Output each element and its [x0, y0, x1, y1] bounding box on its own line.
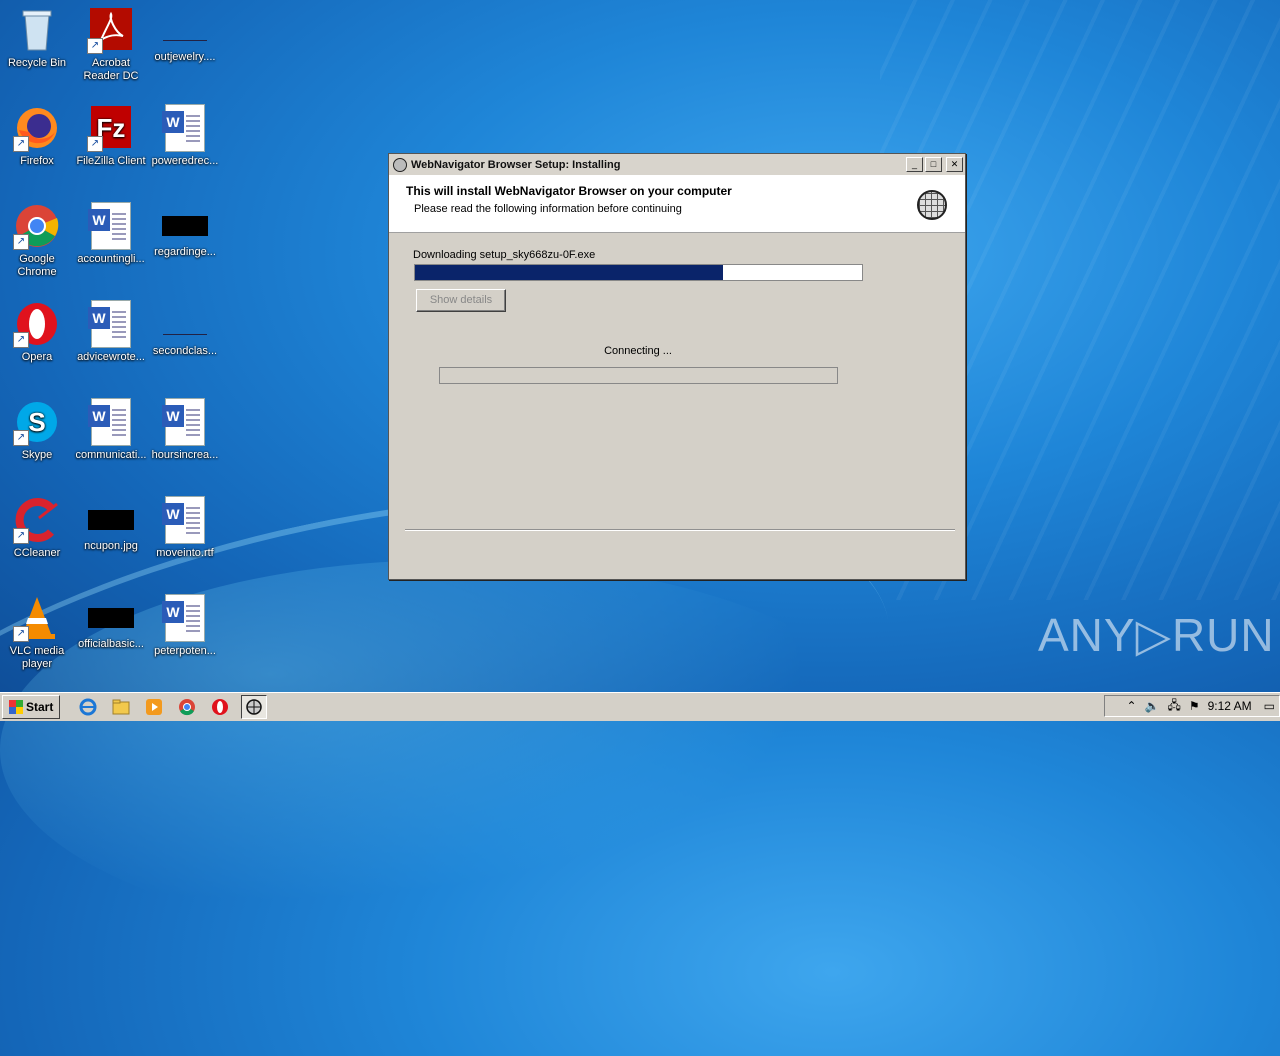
desktop-icon-outjewelry[interactable]: outjewelry....: [148, 6, 222, 64]
desktop-icon-opera[interactable]: ↗ Opera: [0, 300, 74, 364]
show-hidden-icons-icon[interactable]: ⌃: [1126, 699, 1136, 713]
file-icon: [163, 38, 207, 41]
status-text: Connecting ...: [604, 345, 672, 357]
media-player-icon[interactable]: [142, 696, 166, 718]
close-button[interactable]: ✕: [946, 157, 963, 172]
desktop-icon-ccleaner[interactable]: ↗ CCleaner: [0, 496, 74, 560]
desktop-icon-poweredrec[interactable]: W poweredrec...: [148, 104, 222, 168]
globe-icon: [917, 190, 947, 220]
vlc-cone-icon: ↗: [13, 594, 61, 642]
internet-explorer-icon[interactable]: [76, 696, 100, 718]
desktop-icon-acrobat[interactable]: ↗ Acrobat Reader DC: [74, 6, 148, 83]
app-globe-icon: [393, 157, 407, 172]
word-document-icon: W: [88, 202, 131, 250]
desktop-icon-recycle-bin[interactable]: Recycle Bin: [0, 6, 74, 70]
desktop-icon-regardinge[interactable]: regardinge...: [148, 202, 222, 259]
desktop-icon-filezilla[interactable]: Fz ↗ FileZilla Client: [74, 104, 148, 168]
acrobat-icon: ↗: [87, 6, 135, 54]
svg-text:S: S: [28, 407, 45, 437]
connection-progress-bar: [439, 367, 838, 384]
opera-icon: ↗: [13, 300, 61, 348]
shortcut-arrow-icon: ↗: [87, 38, 103, 54]
start-label: Start: [26, 700, 54, 714]
footer-divider: [405, 529, 955, 531]
start-button[interactable]: Start: [2, 695, 61, 719]
desktop-icon-secondclas[interactable]: secondclas...: [148, 300, 222, 358]
minimize-button[interactable]: _: [906, 157, 923, 172]
shortcut-arrow-icon: ↗: [13, 136, 29, 152]
desktop-icon-vlc[interactable]: ↗ VLC media player: [0, 594, 74, 671]
download-label: Downloading setup_sky668zu-0F.exe: [413, 249, 596, 261]
file-thumbnail-icon: [162, 216, 208, 236]
word-document-icon: W: [162, 398, 205, 446]
window-titlebar[interactable]: WebNavigator Browser Setup: Installing _…: [389, 154, 965, 176]
image-thumbnail-icon: [88, 510, 134, 530]
desktop-icon-firefox[interactable]: ↗ Firefox: [0, 104, 74, 168]
clock[interactable]: 9:12 AM: [1208, 699, 1252, 713]
desktop-icon-ncupon[interactable]: ncupon.jpg: [74, 496, 148, 553]
action-center-flag-icon[interactable]: ⚑: [1189, 699, 1200, 713]
shortcut-arrow-icon: ↗: [13, 332, 29, 348]
word-document-icon: W: [162, 104, 205, 152]
volume-icon[interactable]: 🔈: [1145, 699, 1160, 713]
show-details-button[interactable]: Show details: [416, 289, 506, 312]
download-progress-fill: [415, 265, 724, 280]
desktop-icon-advicewrote[interactable]: W advicewrote...: [74, 300, 148, 364]
desktop-icon-chrome[interactable]: ↗ Google Chrome: [0, 202, 74, 279]
network-icon[interactable]: 🖧: [1167, 696, 1180, 717]
maximize-button[interactable]: □: [925, 157, 942, 172]
header-title: This will install WebNavigator Browser o…: [406, 184, 732, 198]
desktop-icon-skype[interactable]: S ↗ Skype: [0, 398, 74, 462]
system-tray: ⌃ 🔈 🖧 ⚑ 9:12 AM ▭: [1104, 695, 1280, 717]
word-document-icon: W: [162, 496, 205, 544]
word-document-icon: W: [88, 300, 131, 348]
recycle-bin-icon: [13, 6, 61, 54]
shortcut-arrow-icon: ↗: [13, 528, 29, 544]
file-icon: [163, 332, 207, 335]
setup-taskbar-button[interactable]: [241, 695, 268, 719]
setup-window: WebNavigator Browser Setup: Installing _…: [388, 153, 966, 580]
taskbar: Start ⌃ 🔈 🖧 ⚑ 9:12 AM ▭: [0, 692, 1280, 721]
skype-icon: S ↗: [13, 398, 61, 446]
chrome-icon: ↗: [13, 202, 61, 250]
file-explorer-icon[interactable]: [109, 696, 133, 718]
desktop-icon-moveinto[interactable]: W moveinto.rtf: [148, 496, 222, 560]
shortcut-arrow-icon: ↗: [13, 430, 29, 446]
download-progress-bar: [414, 264, 863, 281]
filezilla-icon: Fz ↗: [87, 104, 135, 152]
desktop-icon-officialbasic[interactable]: officialbasic...: [74, 594, 148, 651]
show-desktop-icon[interactable]: ▭: [1264, 699, 1275, 713]
shortcut-arrow-icon: ↗: [13, 234, 29, 250]
desktop-icon-hoursincrea[interactable]: W hoursincrea...: [148, 398, 222, 462]
chrome-taskbar-icon[interactable]: [175, 696, 199, 718]
shortcut-arrow-icon: ↗: [87, 136, 103, 152]
word-document-icon: W: [88, 398, 131, 446]
anyrun-watermark: ANY▷RUN: [1038, 609, 1275, 661]
wizard-header: This will install WebNavigator Browser o…: [389, 176, 965, 233]
windows-logo-icon: [9, 700, 23, 714]
firefox-icon: ↗: [13, 104, 61, 152]
desktop-icon-accountingli[interactable]: W accountingli...: [74, 202, 148, 266]
wizard-content: Downloading setup_sky668zu-0F.exe Show d…: [389, 233, 965, 578]
file-thumbnail-icon: [88, 608, 134, 628]
header-subtitle: Please read the following information be…: [414, 203, 682, 215]
desktop-icon-communicati[interactable]: W communicati...: [74, 398, 148, 462]
window-title: WebNavigator Browser Setup: Installing: [411, 158, 621, 171]
ccleaner-icon: ↗: [13, 496, 61, 544]
shortcut-arrow-icon: ↗: [13, 626, 29, 642]
word-document-icon: W: [162, 594, 205, 642]
desktop-icon-peterpoten[interactable]: W peterpoten...: [148, 594, 222, 658]
opera-taskbar-icon[interactable]: [208, 696, 232, 718]
